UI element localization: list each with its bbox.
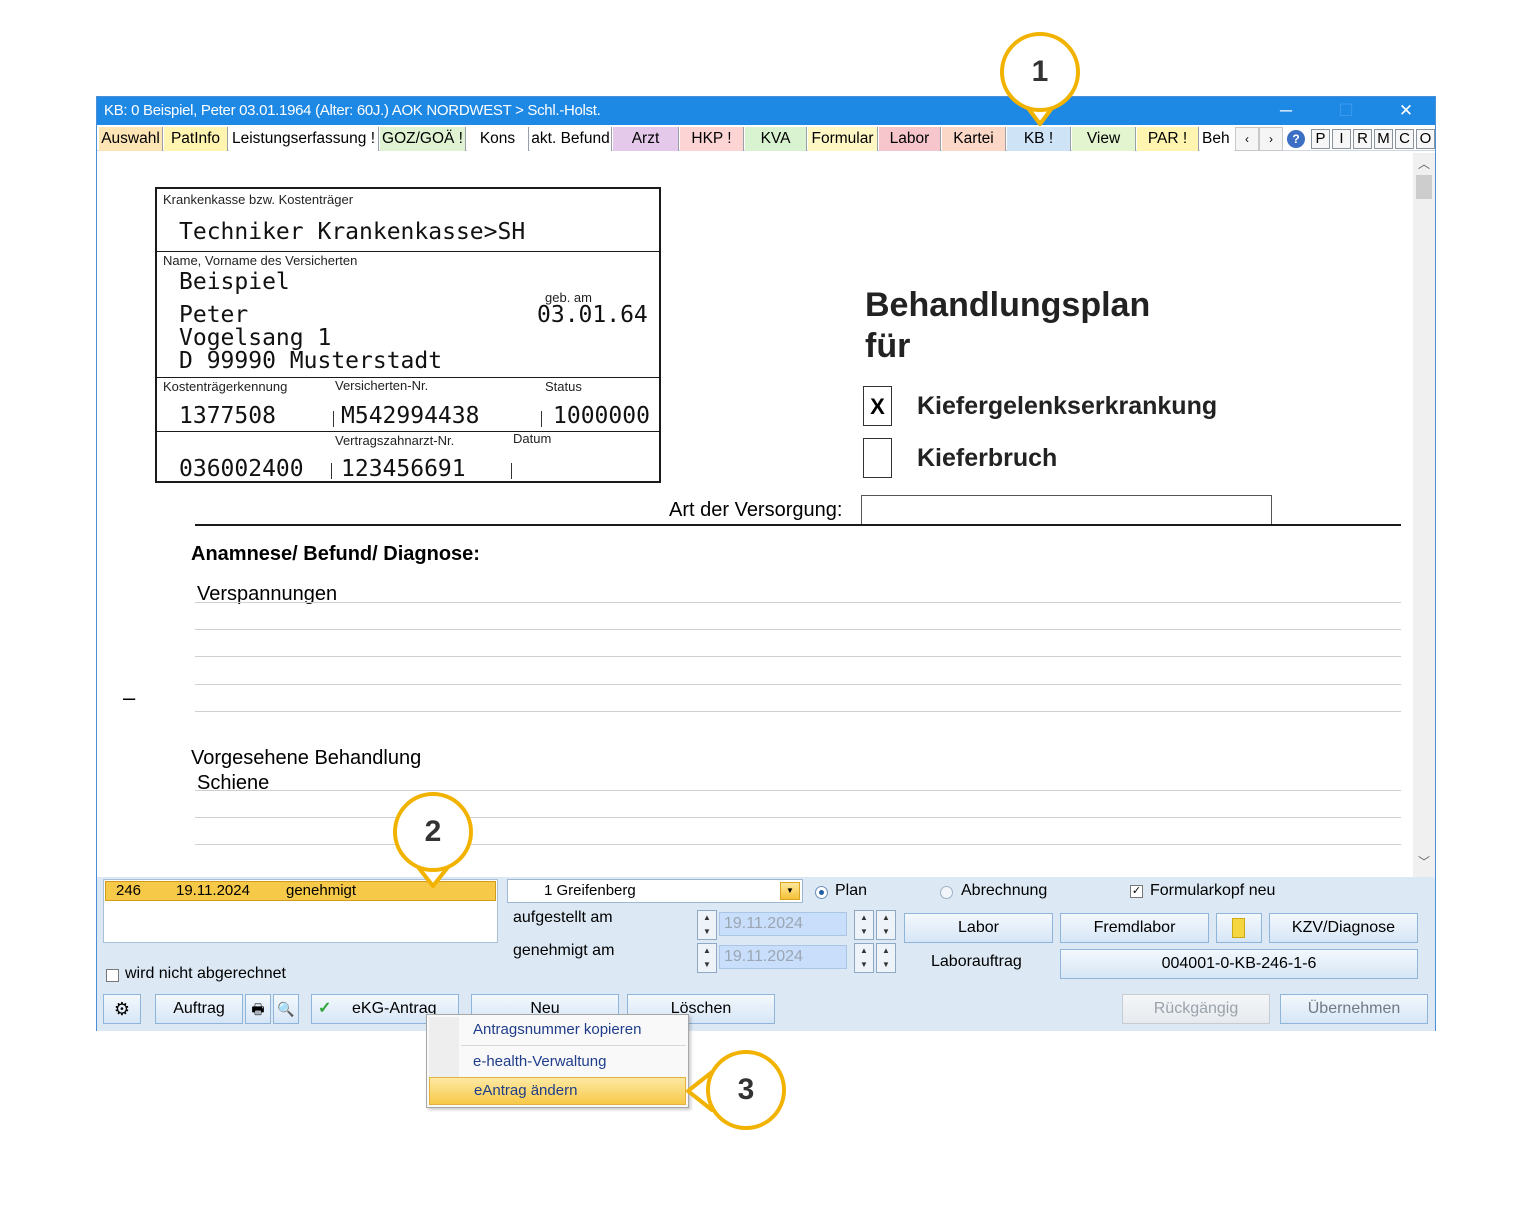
callout-3: 3 <box>706 1050 786 1130</box>
callout-pointers <box>412 98 1060 1112</box>
callout-1: 1 <box>1000 32 1080 112</box>
callout-2: 2 <box>393 792 473 872</box>
